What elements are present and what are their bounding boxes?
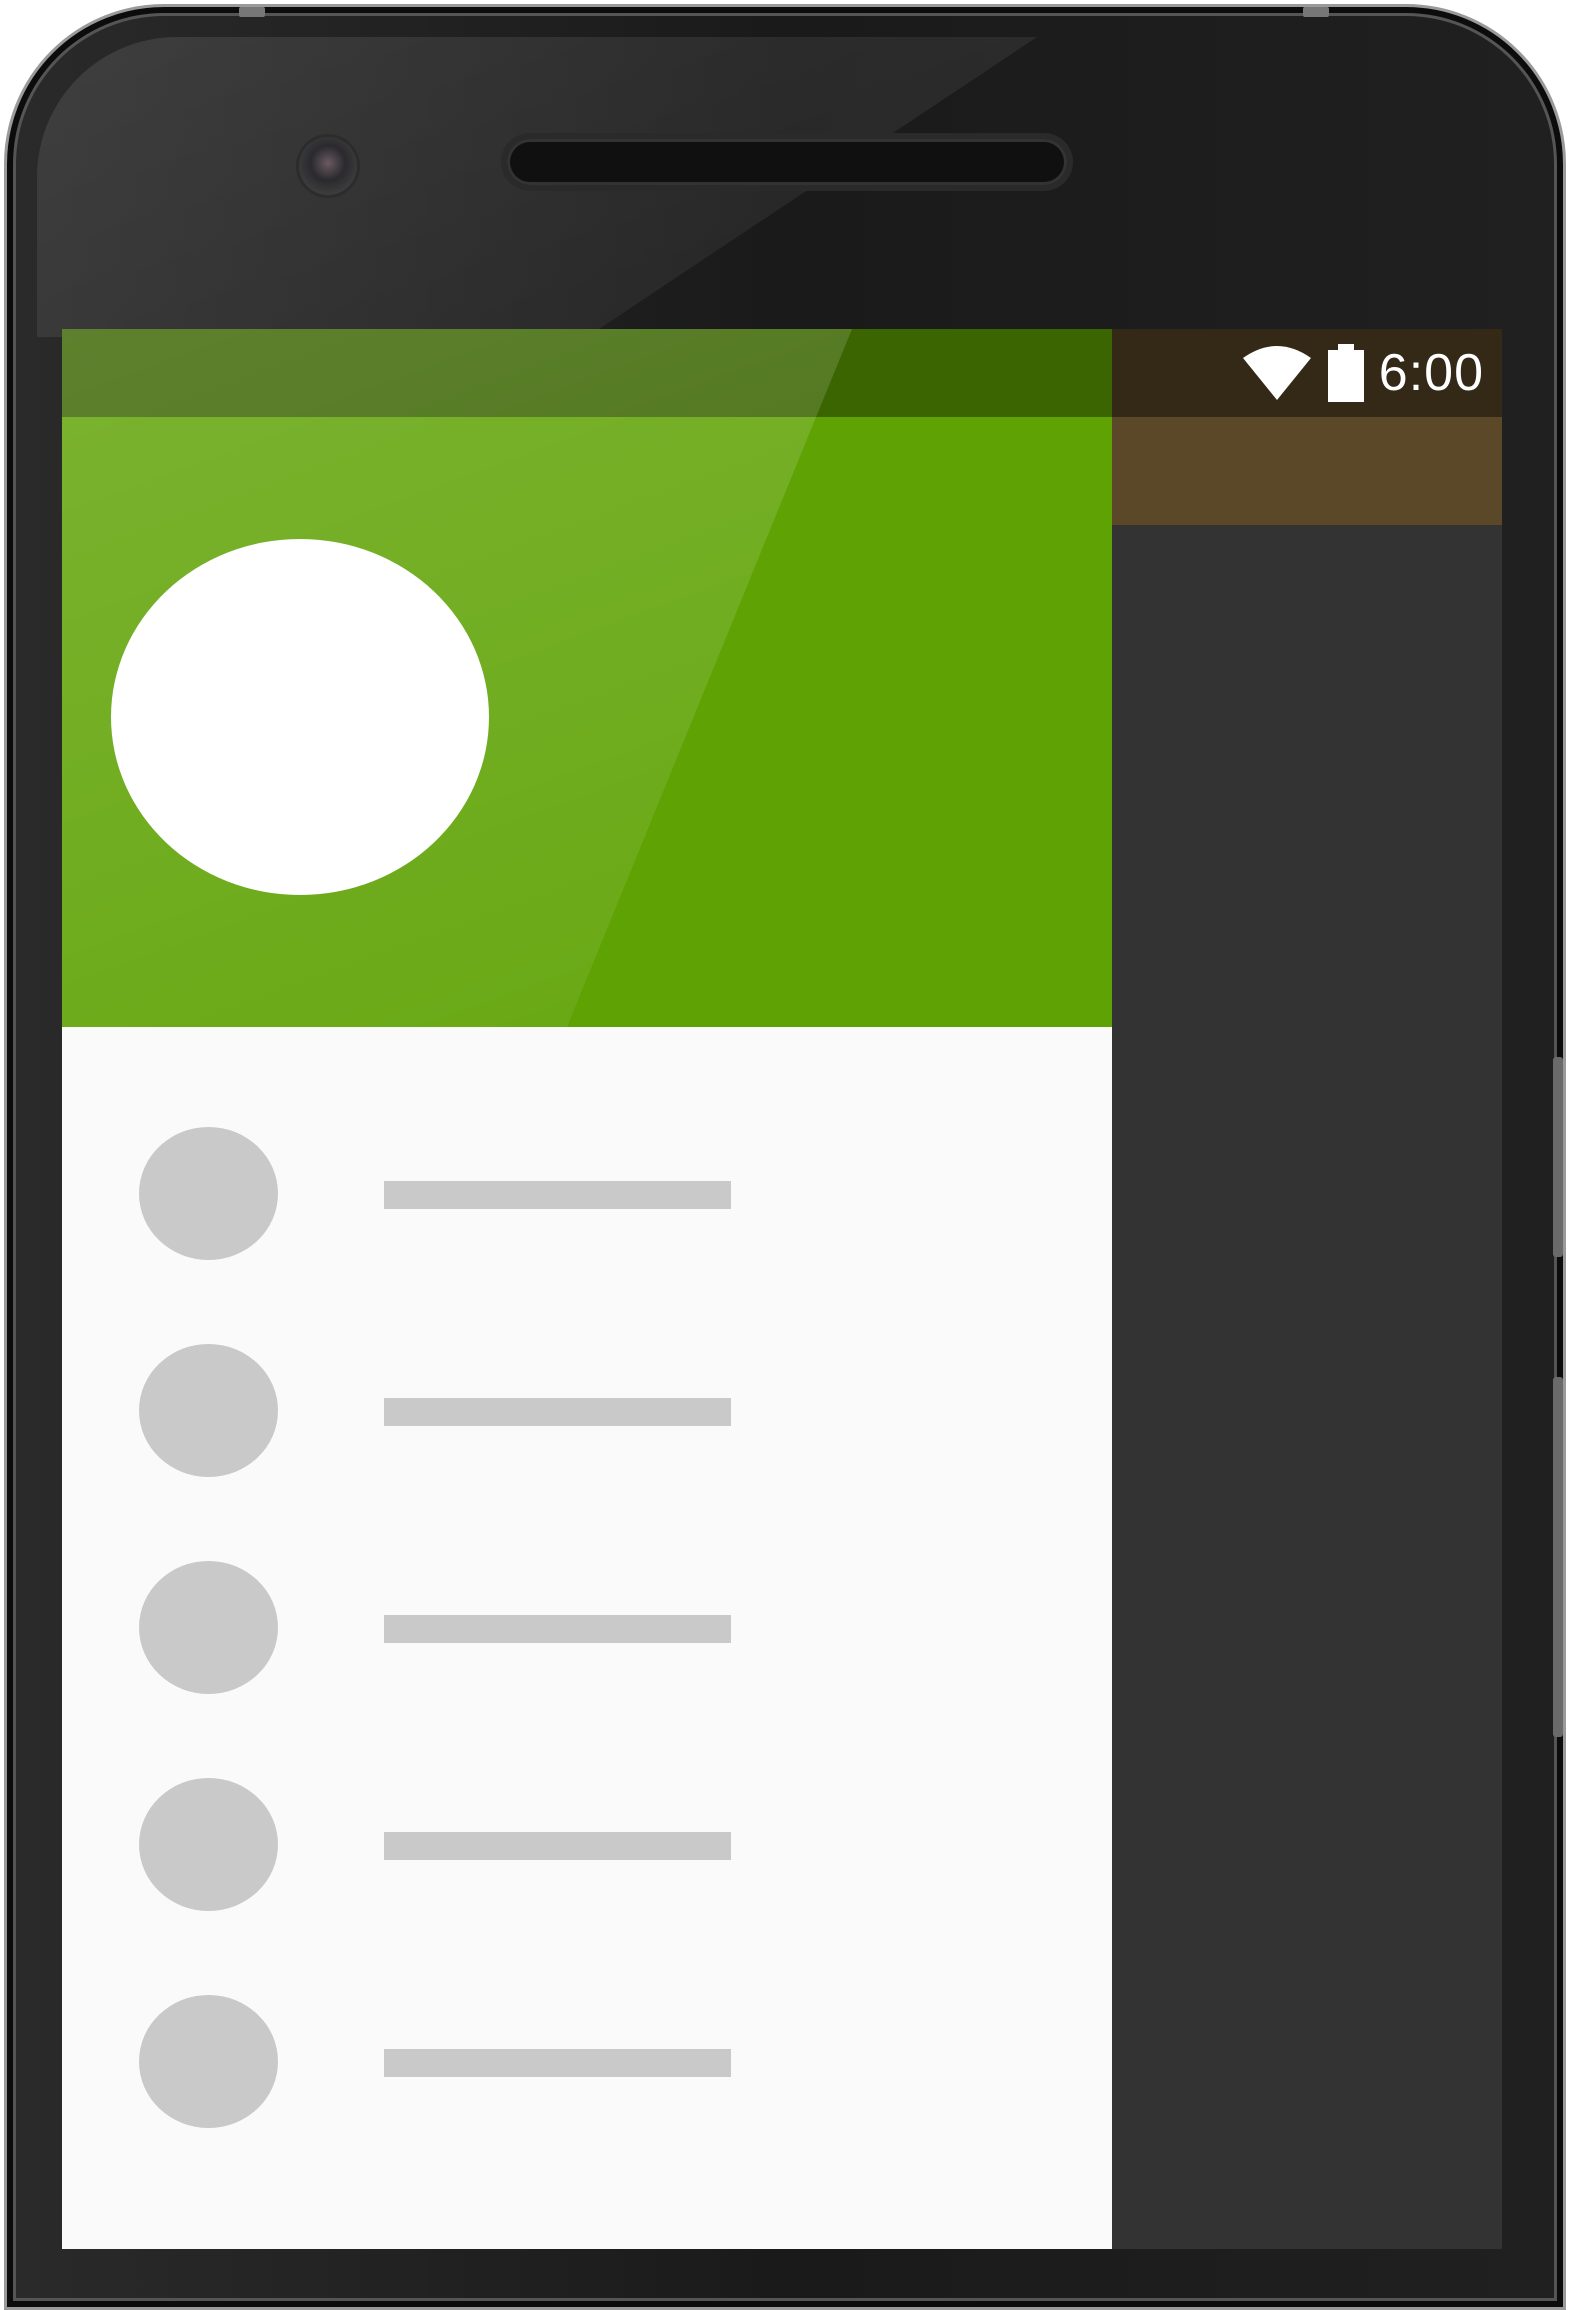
top-notch-right (1303, 7, 1329, 17)
placeholder-label (384, 1181, 731, 1209)
screen: 6:00 (62, 329, 1502, 2249)
clock: 6:00 (1378, 344, 1484, 402)
placeholder-icon (139, 1778, 278, 1911)
nav-item[interactable] (62, 1553, 1112, 1770)
placeholder-icon (139, 1995, 278, 2128)
nav-item[interactable] (62, 1770, 1112, 1987)
placeholder-icon (139, 1127, 278, 1260)
placeholder-icon (139, 1561, 278, 1694)
placeholder-label (384, 1832, 731, 1860)
wifi-icon (1242, 346, 1311, 400)
battery-icon (1327, 344, 1364, 402)
placeholder-label (384, 1398, 731, 1426)
placeholder-label (384, 1615, 731, 1643)
nav-item[interactable] (62, 1119, 1112, 1336)
nav-item[interactable] (62, 1987, 1112, 2204)
drawer-status-bar (62, 329, 1112, 417)
volume-button (1553, 1057, 1563, 1257)
nav-item[interactable] (62, 1336, 1112, 1553)
placeholder-label (384, 2049, 731, 2077)
avatar[interactable] (111, 539, 489, 895)
navigation-drawer (62, 329, 1112, 2249)
front-camera (299, 137, 357, 195)
placeholder-icon (139, 1344, 278, 1477)
status-icons: 6:00 (1241, 329, 1484, 417)
glass-reflection (37, 37, 1037, 337)
drawer-header (62, 417, 1112, 1027)
power-button (1553, 1377, 1563, 1737)
top-notch-left (239, 7, 265, 17)
nav-list (62, 1119, 1112, 2204)
earpiece-speaker (507, 139, 1067, 185)
